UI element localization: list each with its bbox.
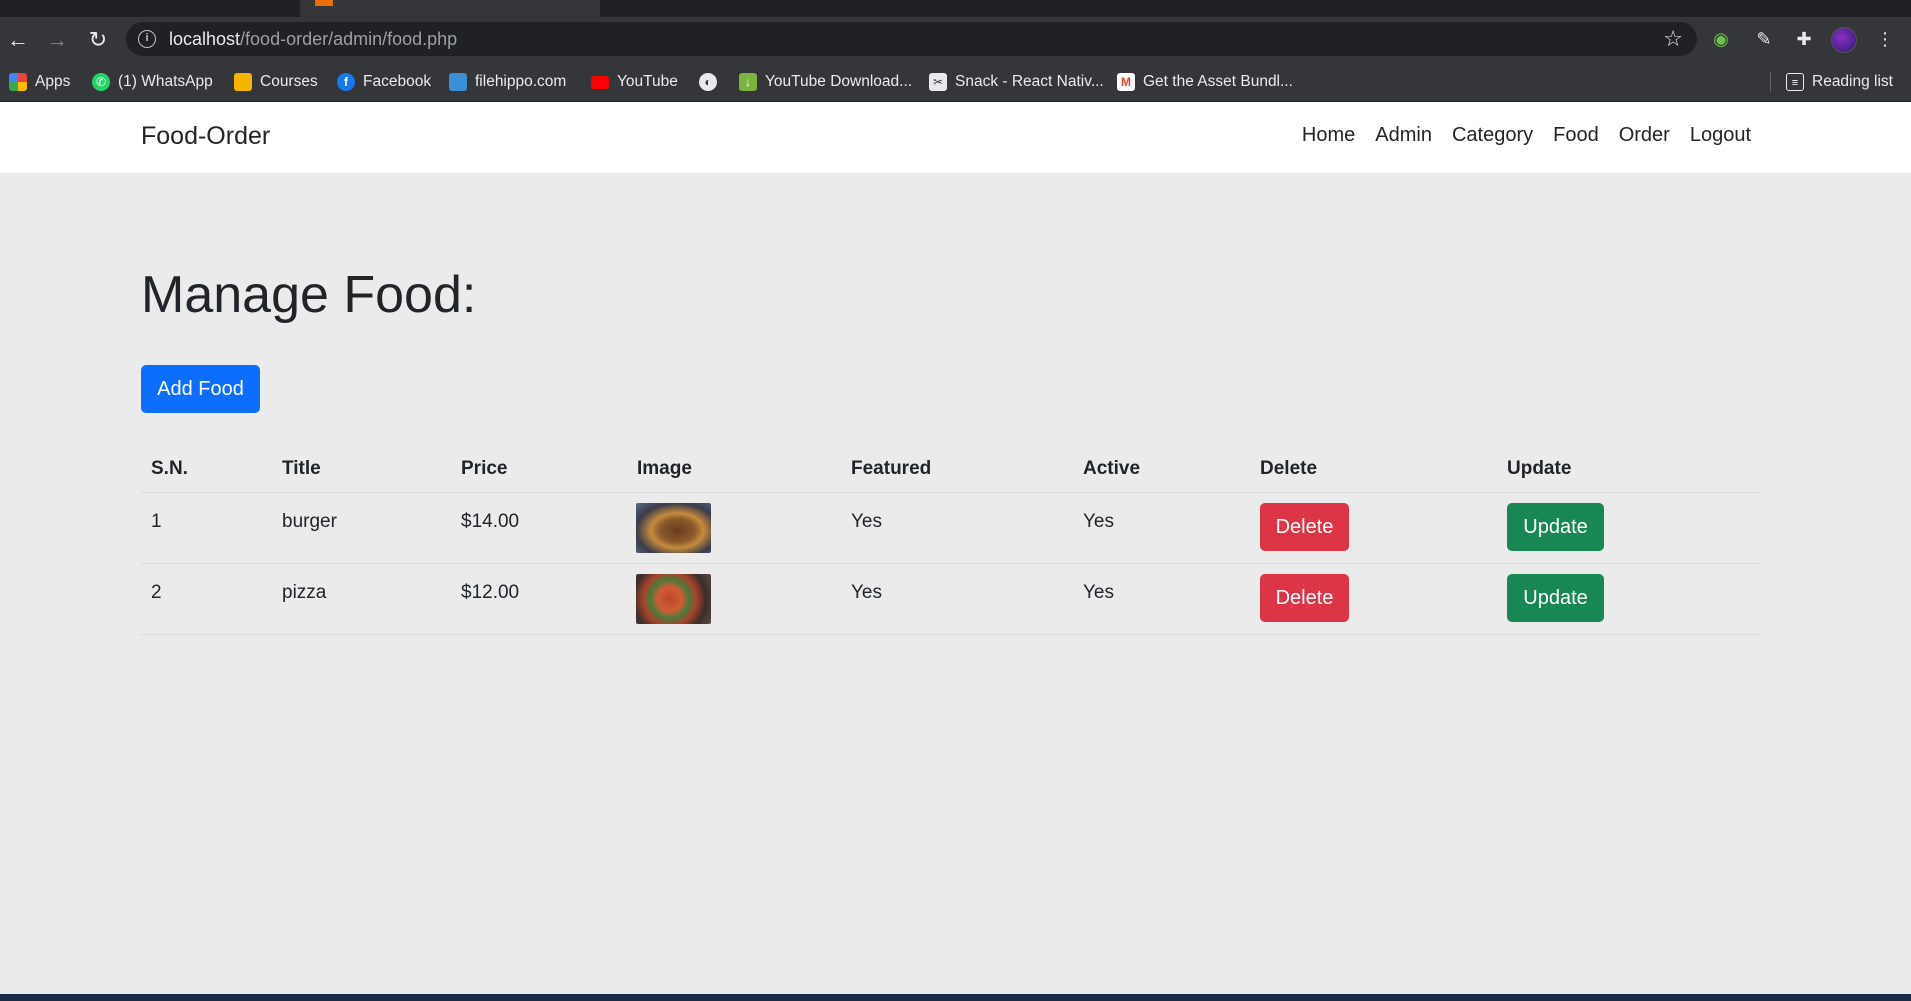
site-brand[interactable]: Food-Order [141,122,270,151]
site-navbar: Food-Order Home Admin Category Food Orde… [0,102,1911,173]
address-bar[interactable]: i localhost/food-order/admin/food.php ☆ [126,22,1697,56]
cell-featured: Yes [851,511,882,532]
bookmark-label: YouTube [617,73,678,90]
nav-link-logout[interactable]: Logout [1690,124,1751,147]
nav-links: Home Admin Category Food Order Logout [1302,124,1751,147]
bookmarks-bar: Apps ✆ (1) WhatsApp Courses f Facebook f… [0,62,1911,102]
browser-toolbar: ← → ↻ i localhost/food-order/admin/food.… [0,17,1911,62]
extension-eye-icon[interactable]: ◉ [1708,26,1734,52]
bookmark-globe[interactable]: ◐ [699,70,717,94]
bookmark-label: Get the Asset Bundl... [1143,73,1293,90]
reading-list-label: Reading list [1812,73,1893,90]
classroom-icon [234,73,252,91]
nav-link-food[interactable]: Food [1553,124,1599,147]
snack-icon: ✂ [929,73,947,91]
header-active: Active [1083,458,1141,479]
table-row: 2 pizza $12.00 Yes Yes Delete Update [141,564,1761,635]
add-food-button[interactable]: Add Food [141,365,260,413]
cell-active: Yes [1083,511,1114,532]
reload-icon[interactable]: ↻ [84,26,112,54]
header-update: Update [1507,458,1572,479]
back-arrow-icon[interactable]: ← [4,26,32,54]
bookmark-youtube-downloader[interactable]: ↓ YouTube Download... [739,70,912,94]
forward-arrow-icon[interactable]: → [43,26,71,54]
bookmark-label: Snack - React Nativ... [955,73,1104,90]
bookmark-gmail[interactable]: M Get the Asset Bundl... [1117,70,1293,94]
browser-menu-icon[interactable]: ⋮ [1872,26,1898,52]
cell-sn: 1 [151,511,162,532]
food-table: S.N. Title Price Image Featured Active D… [141,448,1761,635]
browser-tabstrip [0,0,1911,17]
bookmark-youtube[interactable]: YouTube [591,70,678,94]
pizza-thumbnail [636,574,711,624]
update-button[interactable]: Update [1507,574,1604,622]
cell-sn: 2 [151,582,162,603]
nav-link-order[interactable]: Order [1619,124,1670,147]
cell-price: $12.00 [461,582,520,603]
bookmark-label: filehippo.com [475,73,567,90]
bookmark-facebook[interactable]: f Facebook [337,70,431,94]
header-title: Title [282,458,321,479]
taskbar-edge [0,994,1911,1001]
cell-title: pizza [282,582,327,603]
bookmark-star-icon[interactable]: ☆ [1663,26,1683,52]
bookmark-whatsapp[interactable]: ✆ (1) WhatsApp [92,70,213,94]
nav-link-home[interactable]: Home [1302,124,1355,147]
delete-button[interactable]: Delete [1260,503,1349,551]
header-price: Price [461,458,508,479]
reading-list-button[interactable]: ≡ Reading list [1786,70,1893,94]
reading-list-icon: ≡ [1786,73,1804,91]
apps-grid-icon [9,73,27,91]
profile-avatar[interactable] [1831,27,1857,53]
site-info-icon[interactable]: i [138,30,156,48]
bookmark-label: Facebook [363,73,432,90]
url-path: /food-order/admin/food.php [240,29,458,49]
table-header-row: S.N. Title Price Image Featured Active D… [141,448,1761,493]
bookmark-label: Courses [260,73,318,90]
update-button[interactable]: Update [1507,503,1604,551]
tab-favicon [315,0,333,6]
header-sn: S.N. [151,458,188,479]
bookmark-label: Apps [35,73,71,90]
gmail-icon: M [1117,73,1135,91]
header-delete: Delete [1260,458,1318,479]
header-featured: Featured [851,458,932,479]
bookmark-courses[interactable]: Courses [234,70,318,94]
url-text[interactable]: localhost/food-order/admin/food.php [169,29,457,50]
bookmark-label: YouTube Download... [765,73,913,90]
table-row: 1 burger $14.00 Yes Yes Delete Update [141,493,1761,564]
cell-active: Yes [1083,582,1114,603]
youtube-icon [591,75,609,89]
page-title: Manage Food: [141,266,477,324]
cell-price: $14.00 [461,511,520,532]
bookmarks-divider [1770,72,1771,92]
cell-title: burger [282,511,337,532]
download-arrow-icon: ↓ [739,73,757,91]
whatsapp-icon: ✆ [92,73,110,91]
nav-link-category[interactable]: Category [1452,124,1533,147]
facebook-icon: f [337,73,355,91]
filehippo-icon [449,73,467,91]
bookmark-snack[interactable]: ✂ Snack - React Nativ... [929,70,1104,94]
bookmark-apps[interactable]: Apps [9,70,70,94]
nav-link-admin[interactable]: Admin [1375,124,1432,147]
cell-featured: Yes [851,582,882,603]
delete-button[interactable]: Delete [1260,574,1349,622]
header-image: Image [637,458,692,479]
bookmark-filehippo[interactable]: filehippo.com [449,70,566,94]
bookmark-label: (1) WhatsApp [118,73,213,90]
browser-tab-active[interactable] [300,0,600,17]
extensions-puzzle-icon[interactable]: ✚ [1791,26,1817,52]
burger-thumbnail [636,503,711,553]
globe-icon: ◐ [699,73,717,91]
extension-pen-icon[interactable]: ✎ [1751,26,1777,52]
url-host: localhost [169,29,241,49]
